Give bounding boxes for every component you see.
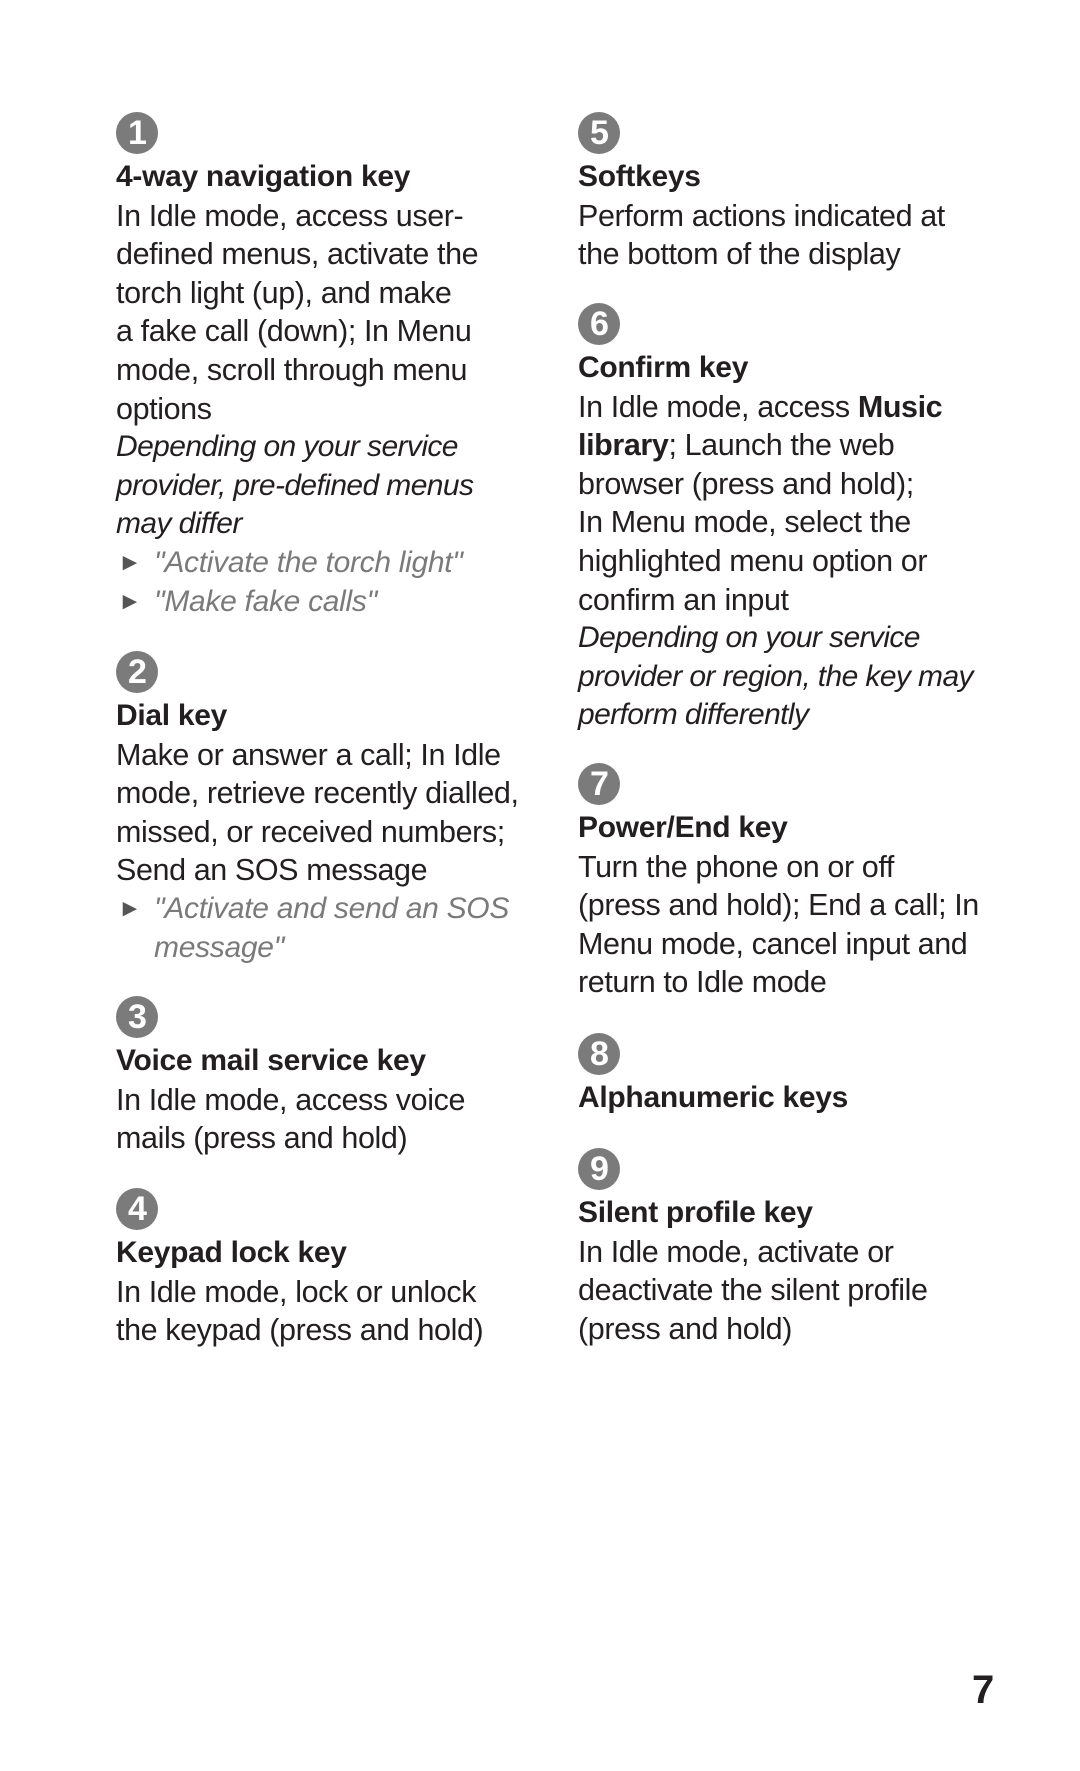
- item-text: options: [116, 391, 212, 426]
- number-badge-icon: 2: [116, 651, 158, 693]
- item-title: Voice mail service key: [116, 1044, 426, 1077]
- item-note: Depending on your service: [578, 621, 920, 655]
- item-text: Send an SOS message: [116, 853, 428, 888]
- item-confirm-key: 6 Confirm key In Idle mode, access Music…: [578, 303, 1018, 735]
- item-note: may differ: [116, 507, 242, 541]
- page-number: 7: [972, 1668, 995, 1712]
- link-text[interactable]: "Activate the torch light": [154, 546, 463, 579]
- item-text: the keypad (press and hold): [116, 1313, 484, 1348]
- item-text: defined menus, activate the: [116, 237, 479, 272]
- item-title: Dial key: [116, 699, 228, 732]
- item-text: Perform actions indicated at: [578, 198, 945, 233]
- item-text: mode, scroll through menu: [116, 352, 468, 387]
- item-text: In Idle mode, activate or: [578, 1234, 894, 1269]
- item-voice-mail-key: 3 Voice mail service key In Idle mode, a…: [116, 996, 536, 1158]
- item-title: 4-way navigation key: [116, 160, 411, 193]
- item-text: deactivate the silent profile: [578, 1273, 928, 1308]
- menu-name-music-library: Music: [857, 389, 943, 424]
- number-badge-icon: 1: [116, 112, 158, 154]
- item-note: provider or region, the key may: [578, 659, 974, 693]
- item-text: Turn the phone on or off: [578, 849, 894, 884]
- item-text: (press and hold); End a call; In: [578, 888, 979, 923]
- item-text: In Idle mode, lock or unlock: [116, 1274, 477, 1309]
- number-badge-icon: 4: [116, 1188, 158, 1230]
- menu-name-music-library: library: [578, 428, 669, 463]
- item-keypad-lock-key: 4 Keypad lock key In Idle mode, lock or …: [116, 1188, 536, 1350]
- text: ; Launch the web: [668, 428, 895, 463]
- item-text: browser (press and hold);: [578, 466, 914, 501]
- item-text: torch light (up), and make: [116, 275, 452, 310]
- item-title: Softkeys: [578, 160, 701, 193]
- item-power-end-key: 7 Power/End key Turn the phone on or off…: [578, 763, 1018, 1002]
- arrow-right-icon: ►: [118, 548, 142, 576]
- item-dial-key: 2 Dial key Make or answer a call; In Idl…: [116, 651, 556, 967]
- number-badge-icon: 8: [578, 1033, 620, 1075]
- item-text: In Menu mode, select the: [578, 505, 911, 540]
- item-text: In Idle mode, access voice: [116, 1082, 466, 1117]
- number-badge-icon: 7: [578, 763, 620, 805]
- arrow-right-icon: ►: [118, 587, 142, 615]
- item-text: missed, or received numbers;: [116, 814, 505, 849]
- link-text[interactable]: message": [154, 929, 556, 968]
- item-text: return to Idle mode: [578, 965, 827, 1000]
- link-text[interactable]: "Make fake calls": [154, 585, 377, 618]
- item-text: Menu mode, cancel input and: [578, 926, 968, 961]
- item-text: mails (press and hold): [116, 1121, 408, 1156]
- item-silent-profile-key: 9 Silent profile key In Idle mode, activ…: [578, 1148, 998, 1348]
- item-text: confirm an input: [578, 582, 789, 617]
- item-text: In Idle mode, access user-: [116, 198, 464, 233]
- item-title: Alphanumeric keys: [578, 1081, 849, 1114]
- item-text: In Idle mode, access Music: [578, 388, 1018, 427]
- item-text: mode, retrieve recently dialled,: [116, 776, 519, 811]
- item-alphanumeric-keys: 8 Alphanumeric keys: [578, 1033, 998, 1118]
- item-text: library; Launch the web: [578, 426, 1018, 465]
- cross-reference-link[interactable]: ► "Activate the torch light": [116, 544, 536, 583]
- number-badge-icon: 3: [116, 996, 158, 1038]
- number-badge-icon: 6: [578, 303, 620, 345]
- item-text: (press and hold): [578, 1311, 792, 1346]
- text: In Idle mode, access: [578, 389, 858, 424]
- item-text: highlighted menu option or: [578, 543, 928, 578]
- item-softkeys: 5 Softkeys Perform actions indicated at …: [578, 112, 998, 274]
- item-text: a fake call (down); In Menu: [116, 314, 472, 349]
- item-note: provider, pre-defined menus: [116, 468, 474, 502]
- item-note: Depending on your service: [116, 430, 458, 464]
- number-badge-icon: 5: [578, 112, 620, 154]
- item-title: Confirm key: [578, 351, 749, 384]
- number-badge-icon: 9: [578, 1148, 620, 1190]
- cross-reference-link[interactable]: ► "Make fake calls": [116, 583, 536, 622]
- item-title: Keypad lock key: [116, 1236, 347, 1269]
- arrow-right-icon: ►: [118, 894, 142, 922]
- item-note: perform differently: [578, 698, 809, 732]
- item-title: Silent profile key: [578, 1196, 813, 1229]
- item-title: Power/End key: [578, 811, 788, 844]
- item-navigation-key: 1 4-way navigation key In Idle mode, acc…: [116, 112, 536, 621]
- cross-reference-link[interactable]: ► "Activate and send an SOS message": [116, 890, 556, 967]
- item-text: Make or answer a call; In Idle: [116, 737, 501, 772]
- link-text[interactable]: "Activate and send an SOS: [154, 890, 556, 929]
- item-text: the bottom of the display: [578, 237, 901, 272]
